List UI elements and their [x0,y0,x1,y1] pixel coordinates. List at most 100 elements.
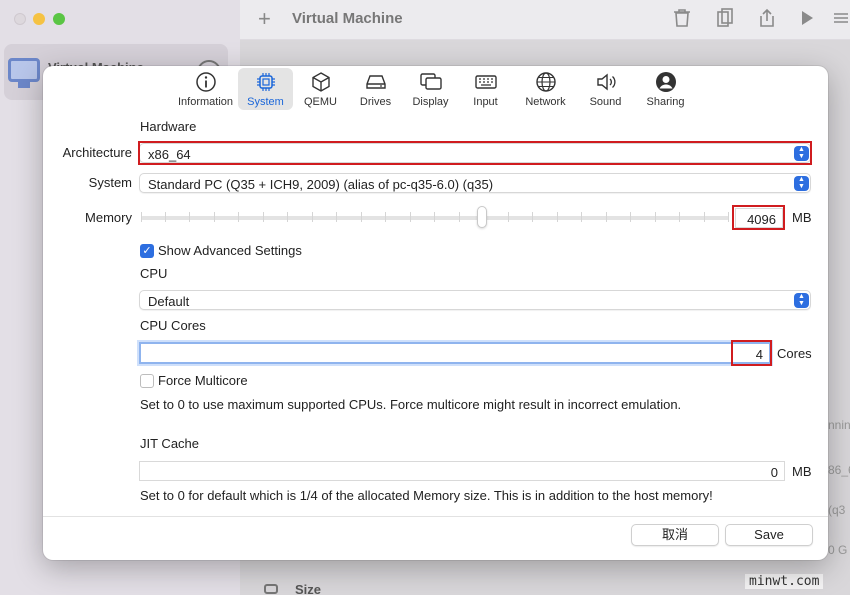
keyboard-icon [474,75,497,89]
slider-tick [263,212,264,222]
memory-label: Memory [85,210,132,225]
minimize-window-button[interactable] [33,13,45,25]
cpu-value: Default [148,294,190,309]
cpu-cores-input[interactable]: 4 [139,342,771,364]
tab-sound[interactable]: Sound [578,68,633,110]
hardware-heading: Hardware [140,119,197,134]
cancel-button[interactable]: 取消 [631,524,719,546]
slider-tick [630,212,631,222]
drive-icon [365,75,386,89]
tab-label: System [247,96,284,108]
background-fragment: 86_6 [828,463,850,477]
globe-icon [535,72,556,92]
slider-tick [557,212,558,222]
slider-tick [410,212,411,222]
settings-tab-bar: Information System QEMU Drives Display I… [43,66,828,110]
vm-settings-dialog: Information System QEMU Drives Display I… [43,66,828,560]
info-icon [195,72,216,92]
slider-tick [361,212,362,222]
add-vm-button[interactable]: + [258,6,271,32]
tab-sharing[interactable]: Sharing [633,68,698,110]
memory-slider[interactable] [141,216,729,220]
slider-tick [336,212,337,222]
slider-tick [728,212,729,222]
background-fragment: 0 G [828,543,848,557]
show-advanced-checkbox[interactable]: ✓ [140,244,154,258]
slider-tick [214,212,215,222]
jit-cache-input[interactable]: 0 [139,461,785,481]
tab-qemu[interactable]: QEMU [293,68,348,110]
close-window-button[interactable] [14,13,26,25]
cpu-cores-unit: Cores [777,346,812,361]
slider-tick [165,212,166,222]
tab-information[interactable]: Information [173,68,238,110]
cpu-heading: CPU [140,266,168,281]
cpu-select[interactable]: Default ▲ ▼ [139,290,811,310]
background-fragment: nnin [828,418,850,432]
jit-help-text: Set to 0 for default which is 1/4 of the… [140,488,713,503]
slider-tick [385,212,386,222]
play-icon[interactable] [798,8,816,28]
slider-tick [189,212,190,222]
slider-tick [606,212,607,222]
background-fragment: (q3 [828,503,846,517]
show-advanced-label: Show Advanced Settings [158,243,302,258]
window-title: Virtual Machine [292,10,403,27]
watermark: minwt.com [745,574,824,589]
slider-tick [704,212,705,222]
cores-help-text: Set to 0 to use maximum supported CPUs. … [140,397,682,412]
slider-tick [532,212,533,222]
jit-cache-heading: JIT Cache [140,436,200,451]
tab-label: Drives [359,96,392,108]
slider-tick [287,212,288,222]
zoom-window-button[interactable] [53,13,65,25]
settings-icon[interactable] [832,8,850,28]
slider-tick [434,212,435,222]
tab-input[interactable]: Input [458,68,513,110]
slider-tick [141,212,142,222]
jit-cache-unit: MB [792,464,812,479]
memory-unit: MB [792,210,812,225]
tab-network[interactable]: Network [513,68,578,110]
system-label: System [88,175,132,190]
person-icon [655,72,676,92]
share-icon[interactable] [758,8,776,28]
force-multicore-label: Force Multicore [158,373,248,388]
select-arrows-icon: ▲ ▼ [794,176,809,191]
tab-system[interactable]: System [238,68,293,110]
slider-tick [508,212,509,222]
system-select[interactable]: Standard PC (Q35 + ICH9, 2009) (alias of… [139,173,811,193]
cube-icon [311,72,330,92]
monitor-stand-icon [18,82,30,88]
tab-drives[interactable]: Drives [348,68,403,110]
tab-label: Sound [589,96,622,108]
tab-label: QEMU [304,96,337,108]
drive-size-icon [264,584,278,594]
clone-icon[interactable] [716,8,734,28]
slider-tick [312,212,313,222]
tab-label: Display [412,96,449,108]
monitor-icon [8,58,40,82]
cpu-cores-heading: CPU Cores [140,318,206,333]
architecture-highlight [138,141,812,165]
slider-tick [238,212,239,222]
slider-tick [581,212,582,222]
memory-slider-thumb[interactable] [477,206,488,228]
trash-icon[interactable] [673,8,691,28]
cpu-icon [256,73,275,91]
architecture-label: Architecture [62,145,132,160]
speaker-icon [596,73,616,91]
jit-cache-value: 0 [770,465,778,480]
slider-tick [679,212,680,222]
slider-tick [459,212,460,222]
tab-label: Information [177,96,234,108]
force-multicore-checkbox[interactable] [140,374,154,388]
cpu-cores-highlight [731,340,772,366]
footer-divider [43,516,828,517]
save-button[interactable]: Save [725,524,813,546]
system-value: Standard PC (Q35 + ICH9, 2009) (alias of… [148,177,494,192]
tab-display[interactable]: Display [403,68,458,110]
select-arrows-icon: ▲ ▼ [794,293,809,308]
tab-label: Sharing [646,96,685,108]
tab-label: Network [525,96,566,108]
